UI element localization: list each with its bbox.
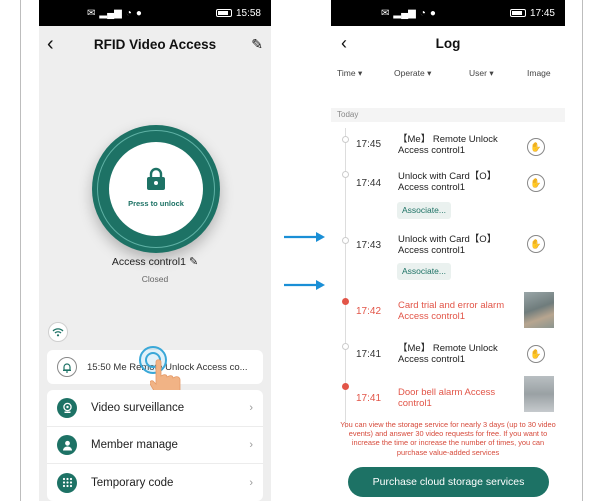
mail-icon: ✉ xyxy=(381,7,390,19)
log-description: Unlock with Card【O】 Access control1 xyxy=(398,234,497,256)
camera-icon xyxy=(57,398,77,418)
menu-label: Member manage xyxy=(91,439,178,451)
log-description: 【Me】 Remote Unlock Access control1 xyxy=(398,134,498,156)
caret-down-icon: ▾ xyxy=(427,67,432,78)
timeline-dot xyxy=(342,171,349,178)
hand-unlock-icon: ✋ xyxy=(527,345,545,363)
left-divider xyxy=(20,0,21,501)
menu-card: Video surveillance › Member manage › Tem… xyxy=(47,390,263,501)
log-time: 17:42 xyxy=(356,306,382,317)
log-time: 17:44 xyxy=(356,178,382,189)
log-description: 【Me】 Remote Unlock Access control1 xyxy=(398,343,498,365)
log-time: 17:43 xyxy=(356,240,382,251)
filter-operate[interactable]: Operate ▾ xyxy=(394,68,431,79)
bell-icon xyxy=(57,357,77,377)
storage-notice: You can view the storage service for nea… xyxy=(340,420,556,457)
hand-unlock-icon: ✋ xyxy=(527,138,545,156)
log-phone-screen: ✉ ▂▄▆ ◔ ● 17:45 Log ‹ Time ▾ Operate ▾ U… xyxy=(331,0,565,501)
log-header: Log ‹ xyxy=(331,26,565,60)
filter-time[interactable]: Time ▾ xyxy=(337,68,362,79)
timeline-dot xyxy=(342,343,349,350)
caret-down-icon: ▾ xyxy=(489,67,494,78)
status-bar: ✉ ▂▄▆ ◔ ● 17:45 xyxy=(331,0,565,26)
log-time: 17:41 xyxy=(356,349,382,360)
wifi-icon[interactable] xyxy=(48,322,68,342)
menu-item-member-manage[interactable]: Member manage › xyxy=(47,427,263,464)
notification-icon: ● xyxy=(135,7,142,19)
right-divider xyxy=(582,0,583,501)
back-arrow-icon[interactable]: ‹ xyxy=(47,33,67,56)
arrow-right-icon xyxy=(284,232,325,242)
menu-label: Temporary code xyxy=(91,476,174,489)
status-bar: ✉ ▂▄▆ ◔ ● 15:58 xyxy=(39,0,271,26)
keypad-icon xyxy=(57,472,77,493)
person-icon xyxy=(57,435,77,455)
chevron-right-icon: › xyxy=(249,476,253,489)
rfid-phone-screen: ✉ ▂▄▆ ◔ ● 15:58 ‹ RFID Video Access ✎ Pr… xyxy=(39,0,271,501)
filter-row: Time ▾ Operate ▾ User ▾ Image xyxy=(331,60,565,86)
status-time: 15:58 xyxy=(235,7,261,19)
edit-pencil-icon[interactable]: ✎ xyxy=(243,36,263,53)
menu-label: Video surveillance xyxy=(91,402,185,414)
associate-button[interactable]: Associate... xyxy=(397,202,451,219)
timeline-dot-alert xyxy=(342,298,349,305)
battery-icon xyxy=(509,9,526,17)
section-today: Today xyxy=(331,108,565,122)
mail-icon: ✉ xyxy=(87,7,96,19)
chevron-right-icon: › xyxy=(249,402,253,414)
purchase-cloud-storage-button[interactable]: Purchase cloud storage services xyxy=(348,467,549,497)
hand-unlock-icon: ✋ xyxy=(527,235,545,253)
device-status: Closed xyxy=(141,274,169,284)
filter-image: Image xyxy=(527,68,551,78)
wifi-status-icon: ◔ xyxy=(419,7,426,19)
caret-down-icon: ▾ xyxy=(357,67,363,78)
log-time: 17:45 xyxy=(356,139,382,150)
device-name-label: Access control1 xyxy=(111,256,186,268)
unlock-dial[interactable]: Press to unlock xyxy=(92,125,220,253)
signal-icon: ▂▄▆ xyxy=(99,7,122,19)
rename-pencil-icon[interactable]: ✎ xyxy=(189,255,198,268)
log-description: Card trial and error alarm Access contro… xyxy=(398,300,505,322)
page-title: Log xyxy=(435,35,461,51)
log-description: Door bell alarm Access control1 xyxy=(398,387,496,409)
status-icons: ✉ ▂▄▆ ◔ ● xyxy=(381,8,436,19)
status-time: 17:45 xyxy=(529,7,555,19)
status-icons: ✉ ▂▄▆ ◔ ● xyxy=(87,8,142,19)
notification-icon: ● xyxy=(429,7,436,19)
filter-user-label: User xyxy=(469,67,487,78)
timeline-dot xyxy=(342,237,349,244)
menu-item-temporary-code[interactable]: Temporary code › xyxy=(47,464,263,501)
filter-operate-label: Operate xyxy=(394,67,425,78)
battery-icon xyxy=(215,9,232,17)
filter-time-label: Time xyxy=(337,67,356,78)
wifi-status-icon: ◔ xyxy=(125,7,132,19)
filter-user[interactable]: User ▾ xyxy=(469,68,494,79)
hand-unlock-icon: ✋ xyxy=(527,174,545,192)
timeline-dot xyxy=(342,136,349,143)
back-arrow-icon[interactable]: ‹ xyxy=(341,33,347,54)
menu-item-video-surveillance[interactable]: Video surveillance › xyxy=(47,390,263,427)
press-to-unlock-label: Press to unlock xyxy=(128,198,184,208)
associate-button[interactable]: Associate... xyxy=(397,263,451,280)
signal-icon: ▂▄▆ xyxy=(393,7,416,19)
device-name: Access control1 ✎ xyxy=(39,255,271,268)
log-description: Unlock with Card【O】 Access control1 xyxy=(398,171,497,193)
arrow-right-icon xyxy=(284,280,325,290)
screenshot-canvas: ✉ ▂▄▆ ◔ ● 15:58 ‹ RFID Video Access ✎ Pr… xyxy=(0,0,600,501)
padlock-icon xyxy=(147,167,165,190)
page-title: RFID Video Access xyxy=(93,36,217,52)
unlock-button[interactable]: Press to unlock xyxy=(109,142,203,236)
event-thumbnail[interactable] xyxy=(524,292,554,328)
app-header: ‹ RFID Video Access ✎ xyxy=(39,26,271,62)
chevron-right-icon: › xyxy=(249,439,253,451)
event-thumbnail[interactable] xyxy=(524,376,554,412)
timeline-dot-alert xyxy=(342,383,349,390)
log-time: 17:41 xyxy=(356,393,382,404)
